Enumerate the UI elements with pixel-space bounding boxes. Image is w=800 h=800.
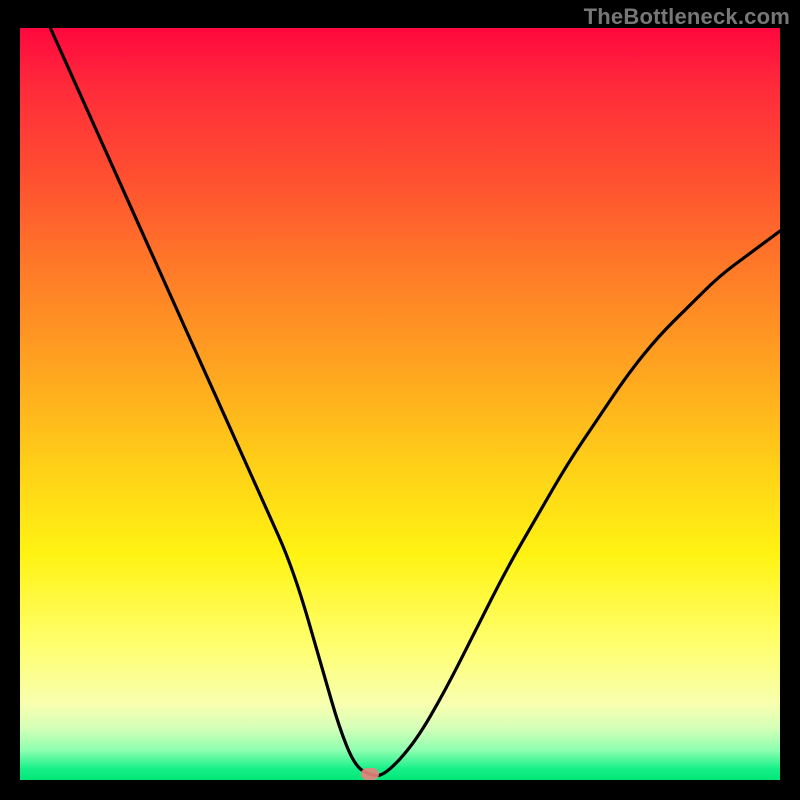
curve-svg: [20, 28, 780, 780]
minimum-marker: [361, 768, 379, 780]
chart-frame: TheBottleneck.com: [0, 0, 800, 800]
plot-area: [20, 28, 780, 780]
watermark-text: TheBottleneck.com: [584, 4, 790, 30]
bottleneck-curve: [50, 28, 780, 776]
